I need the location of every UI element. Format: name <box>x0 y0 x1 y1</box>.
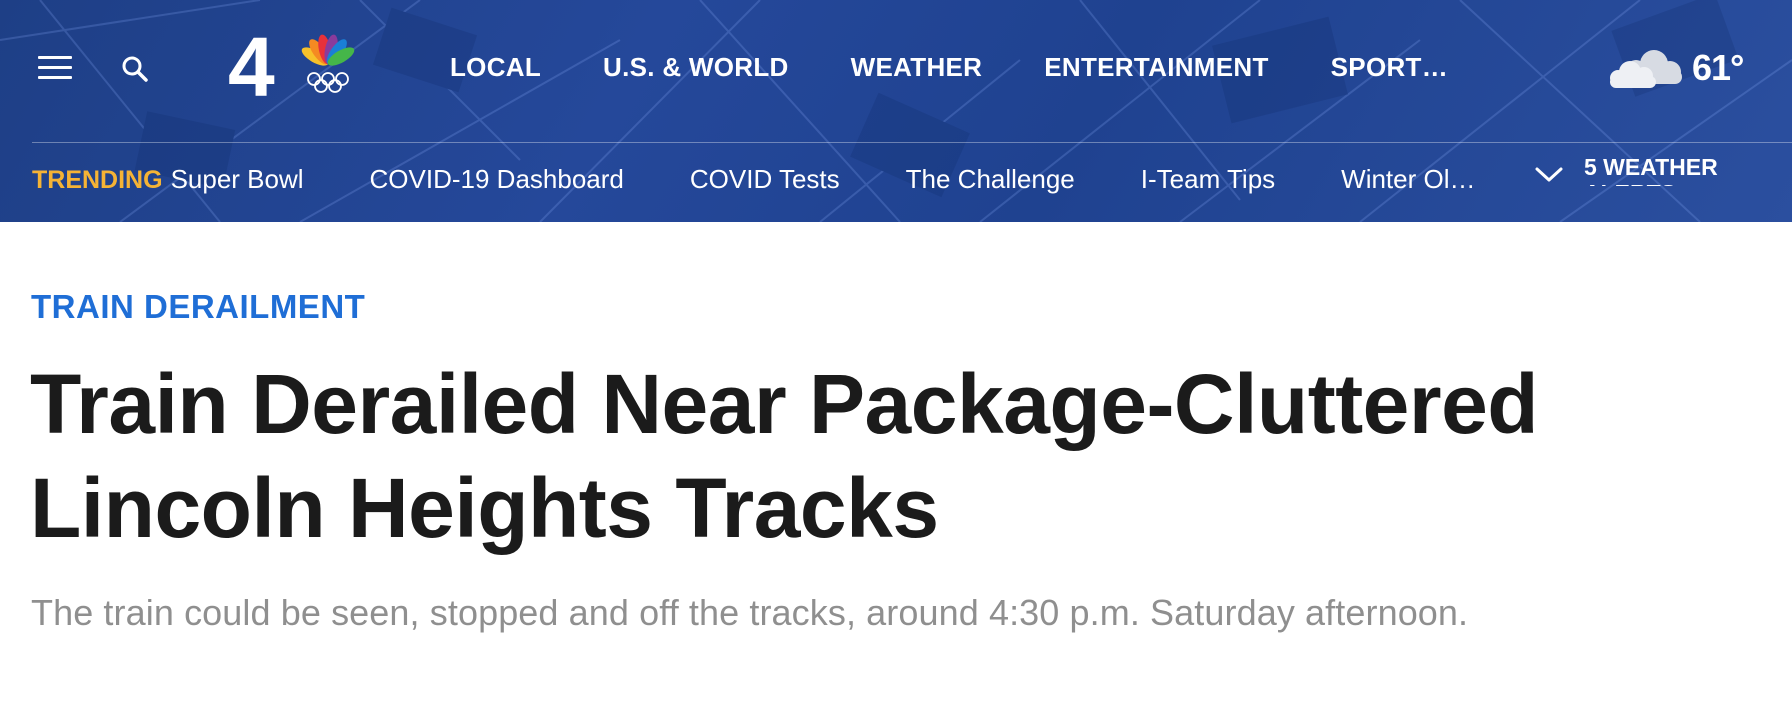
logo-channel-number: 4 <box>228 30 275 102</box>
trending-label: TRENDING <box>32 166 163 194</box>
olympic-rings-icon <box>307 72 349 93</box>
menu-line <box>38 76 72 79</box>
trending-item-the-challenge[interactable]: The Challenge <box>906 164 1075 195</box>
weather-alerts-button[interactable]: 5 WEATHER ALERTS <box>1584 154 1734 186</box>
nav-entertainment[interactable]: ENTERTAINMENT <box>1044 52 1268 83</box>
article-category-kicker[interactable]: TRAIN DERAILMENT <box>31 288 365 326</box>
menu-line <box>38 56 72 59</box>
article-subheadline: The train could be seen, stopped and off… <box>31 592 1469 633</box>
trending-item-winter-olympics[interactable]: Winter Ol… <box>1341 164 1475 195</box>
header-divider <box>32 142 1792 143</box>
cloud-icon <box>1610 50 1682 88</box>
search-icon[interactable] <box>120 54 150 84</box>
chevron-down-icon[interactable] <box>1534 162 1564 186</box>
top-navigation-bar: 4 LOCAL U.S. & WORLD WEATHER ENTERTAINME… <box>0 0 1792 142</box>
site-header: 4 LOCAL U.S. & WORLD WEATHER ENTERTAINME… <box>0 0 1792 222</box>
nav-weather[interactable]: WEATHER <box>851 52 983 83</box>
trending-item-super-bowl[interactable]: Super Bowl <box>171 164 304 195</box>
weather-widget[interactable]: 61° <box>1608 46 1744 90</box>
station-logo[interactable]: 4 <box>228 30 363 102</box>
trending-bar: TRENDING Super Bowl COVID-19 Dashboard C… <box>32 164 1542 195</box>
nav-us-world[interactable]: U.S. & WORLD <box>603 52 789 83</box>
temperature: 61° <box>1692 47 1744 88</box>
peacock-icon <box>301 34 355 66</box>
hamburger-menu-icon[interactable] <box>38 56 72 80</box>
menu-line <box>38 66 72 69</box>
trending-item-covid-dashboard[interactable]: COVID-19 Dashboard <box>370 164 624 195</box>
article-headline: Train Derailed Near Package-Cluttered Li… <box>30 357 1539 555</box>
trending-item-covid-tests[interactable]: COVID Tests <box>690 164 840 195</box>
trending-item-i-team-tips[interactable]: I-Team Tips <box>1141 164 1275 195</box>
nav-local[interactable]: LOCAL <box>450 52 541 83</box>
main-navigation: LOCAL U.S. & WORLD WEATHER ENTERTAINMENT… <box>450 52 1510 83</box>
nav-sports[interactable]: SPORT… <box>1331 52 1448 83</box>
